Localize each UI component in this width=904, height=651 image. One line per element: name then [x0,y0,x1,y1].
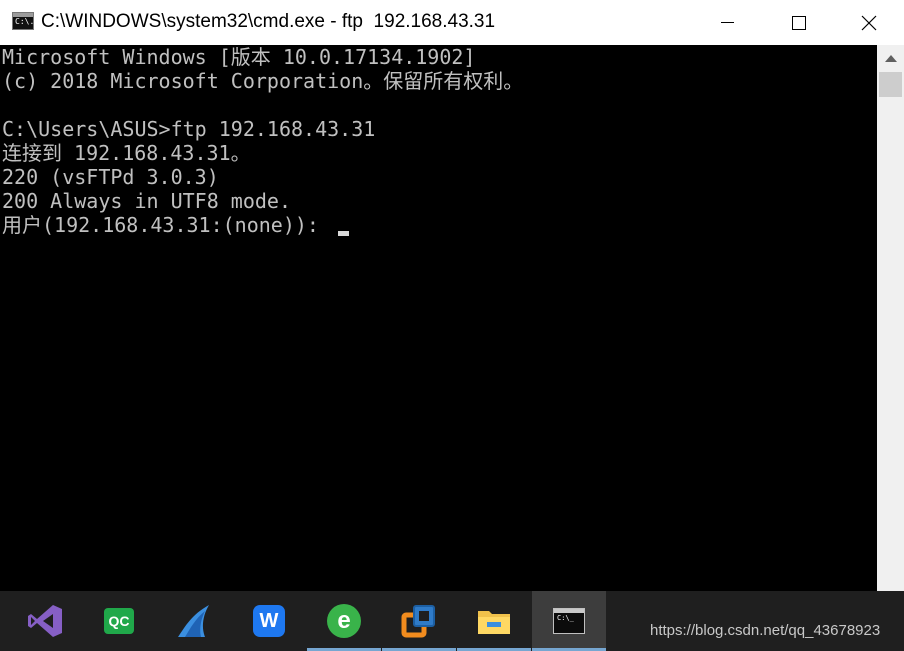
qc-icon: QC [104,608,134,634]
cmd-app-icon[interactable]: C:\. [12,12,34,30]
console-line: 200 Always in UTF8 mode. [2,189,291,213]
ie-icon: e [327,604,361,638]
title-bar[interactable]: C:\. C:\WINDOWS\system32\cmd.exe - ftp 1… [0,0,904,45]
minimize-button[interactable] [692,0,763,45]
visual-studio-icon [28,605,62,637]
console-line: (c) 2018 Microsoft Corporation。保留所有权利。 [2,69,524,93]
console-line: 连接到 192.168.43.31。 [2,141,251,165]
close-button[interactable] [833,0,904,45]
window-title: C:\WINDOWS\system32\cmd.exe - ftp 192.16… [41,11,496,32]
console-prompt-line[interactable]: 用户(192.168.43.31:(none)): [2,213,331,237]
taskbar-item-wps[interactable]: W [232,591,306,651]
cmd-icon-prompt: C:\_ [557,614,574,622]
console-output[interactable]: Microsoft Windows [版本 10.0.17134.1902] (… [0,45,877,591]
maximize-button[interactable] [763,0,834,45]
console-line: C:\Users\ASUS>ftp 192.168.43.31 [2,117,376,141]
vertical-scrollbar[interactable] [877,45,904,591]
scroll-thumb[interactable] [879,72,902,97]
shark-fin-icon [178,605,209,637]
taskbar-item-command-prompt[interactable]: C:\_ [532,591,606,651]
folder-icon [478,611,510,634]
watermark-text: https://blog.csdn.net/qq_43678923 [650,622,881,639]
console-line: Microsoft Windows [版本 10.0.17134.1902] [2,45,476,69]
taskbar-item-internet-explorer[interactable]: e [307,591,381,651]
cmd-icon: C:\_ [553,608,585,634]
close-icon [861,15,876,30]
icon-prompt-text: C:\. [15,17,35,26]
text-cursor [338,231,349,236]
taskbar-item-qc[interactable]: QC [82,591,156,651]
taskbar-item-visual-studio[interactable] [8,591,82,651]
taskbar-item-wireshark[interactable] [157,591,231,651]
scroll-up-button[interactable] [877,45,904,72]
cmd-icon-band [554,609,584,613]
minimize-icon [721,22,734,23]
taskbar: QC W e C:\_ https://blog.csdn.net/qq_436… [0,591,904,651]
up-arrow-icon [884,55,897,62]
taskbar-item-virtualbox[interactable] [382,591,456,651]
wps-icon: W [253,605,285,637]
virtualbox-icon [401,605,435,638]
maximize-icon [791,15,806,30]
console-line: 220 (vsFTPd 3.0.3) [2,165,219,189]
taskbar-item-file-explorer[interactable] [457,591,531,651]
